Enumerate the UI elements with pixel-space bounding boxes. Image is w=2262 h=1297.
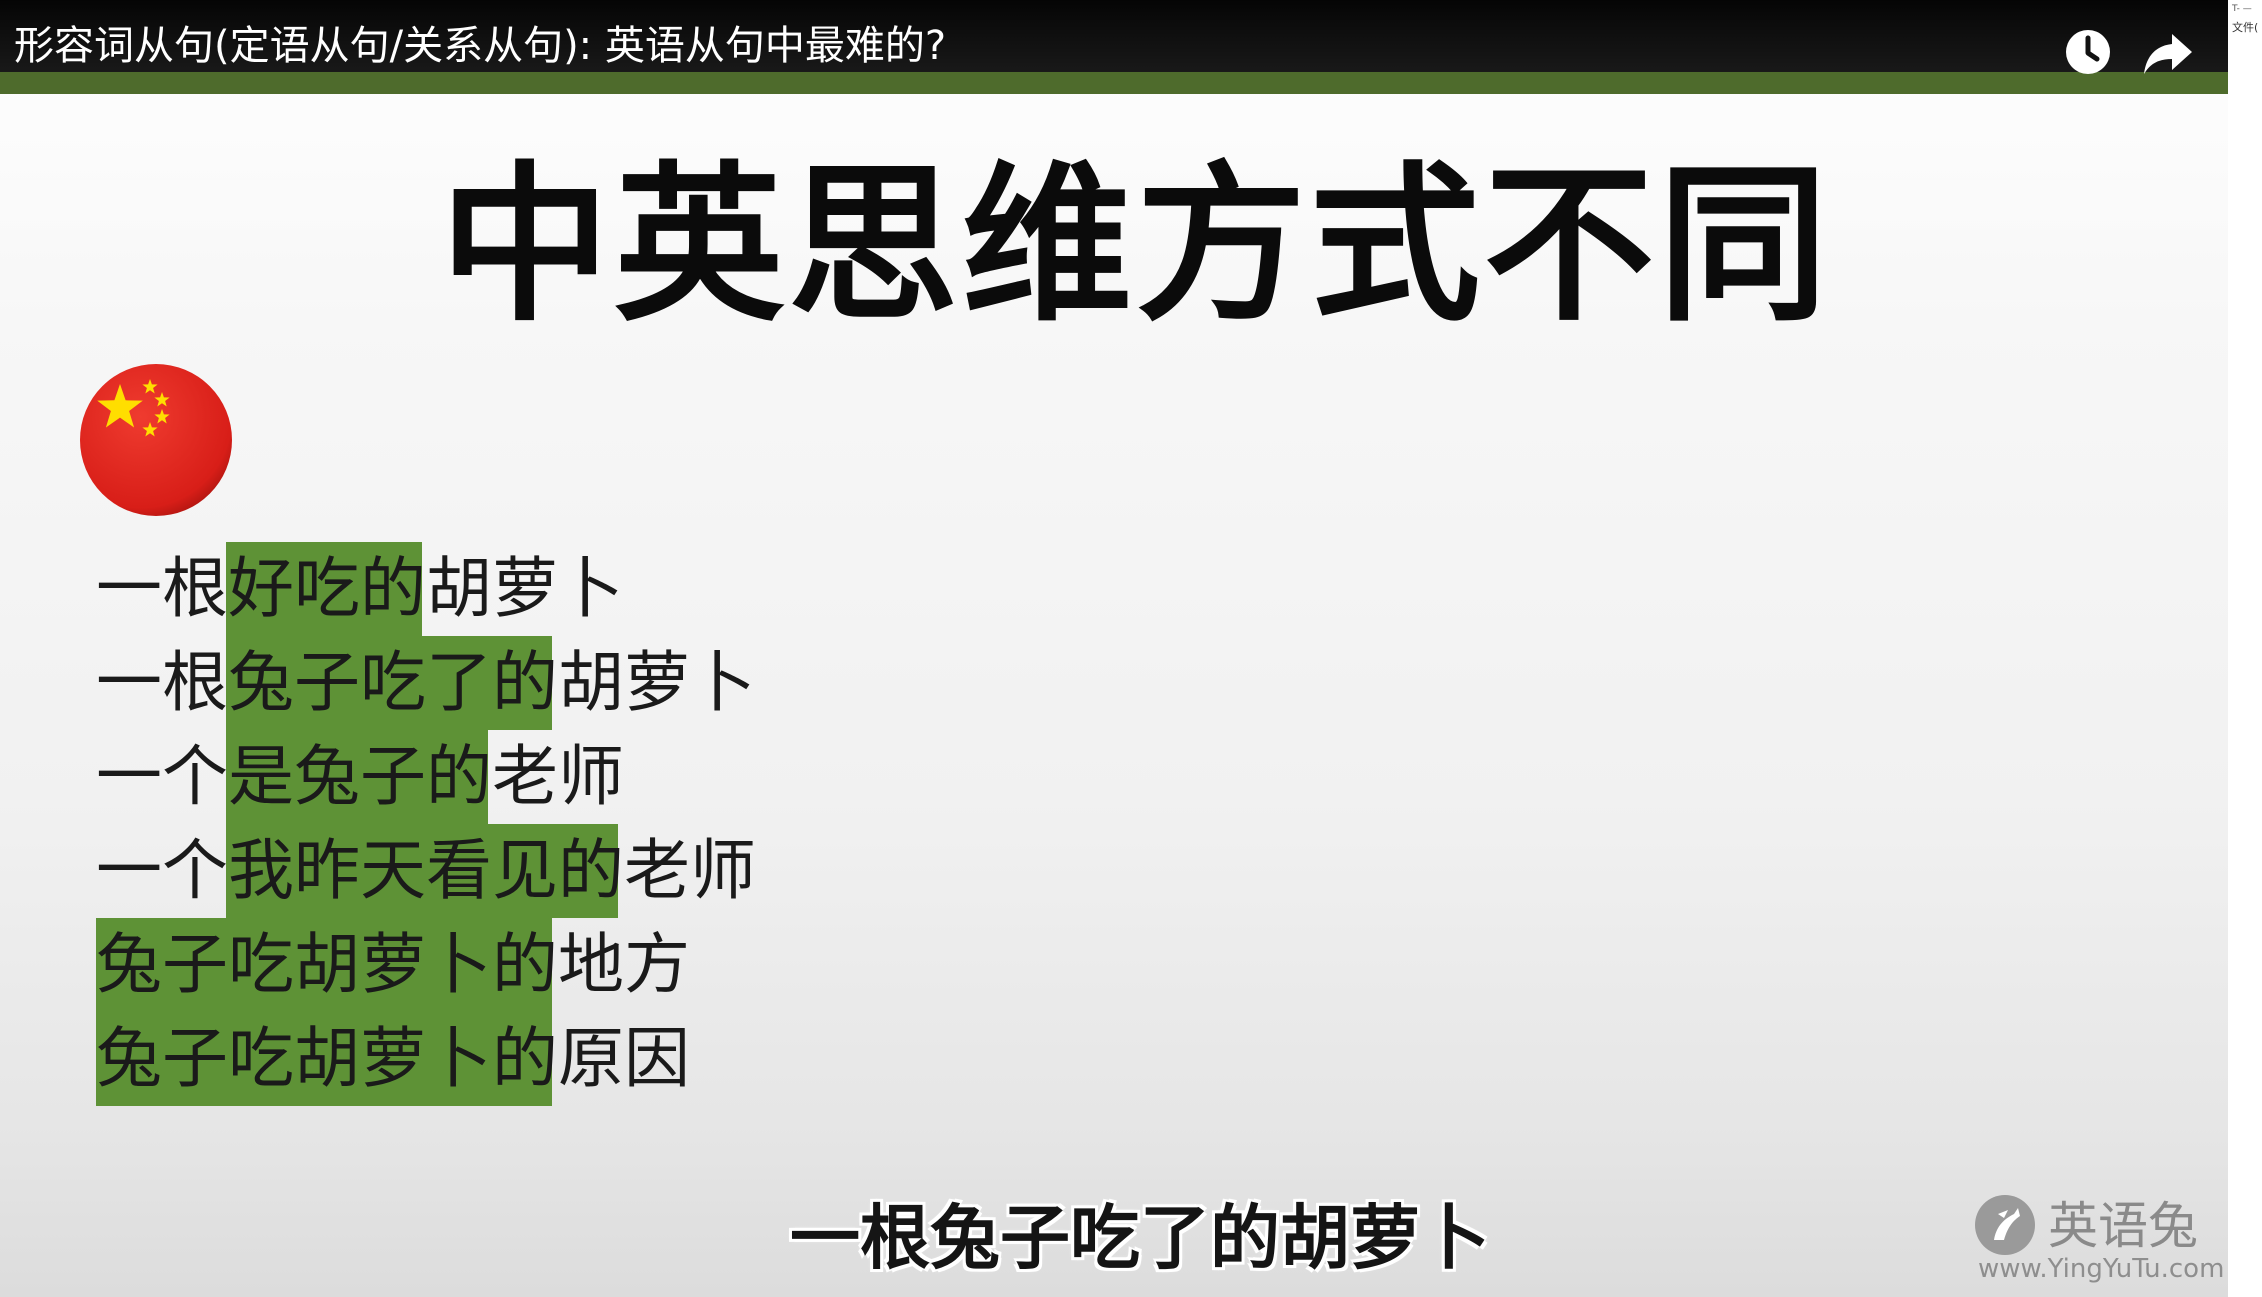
video-subtitle: 一根兔子吃了的胡萝卜	[790, 1197, 1490, 1279]
watermark-name: 英语兔	[2048, 1197, 2198, 1255]
side-panel-top-text: T- —	[2232, 4, 2252, 14]
video-player[interactable]: 形容词从句(定语从句/关系从句): 英语从句中最难的? 中英思维方式不同 一根好…	[0, 0, 2228, 1297]
slide-header-band	[0, 72, 2228, 94]
side-panel-label[interactable]: 文件(	[2232, 22, 2258, 34]
example-line-5: 兔子吃胡萝卜的地方	[96, 926, 690, 1003]
side-panel	[2228, 0, 2262, 1297]
share-arrow-icon[interactable]	[2140, 24, 2196, 80]
china-flag-icon	[80, 364, 232, 516]
example-line-6: 兔子吃胡萝卜的原因	[96, 1020, 690, 1097]
example-line-4: 一个我昨天看见的老师	[96, 832, 756, 909]
example-line-3: 一个是兔子的老师	[96, 738, 624, 815]
example-line-1: 一根好吃的胡萝卜	[96, 550, 624, 627]
watermark-url: www.YingYuTu.com	[1978, 1254, 2225, 1284]
video-title[interactable]: 形容词从句(定语从句/关系从句): 英语从句中最难的?	[14, 22, 946, 70]
clock-icon[interactable]	[2060, 24, 2116, 80]
slide-title: 中英思维方式不同	[440, 145, 1833, 345]
example-line-2: 一根兔子吃了的胡萝卜	[96, 644, 756, 721]
rabbit-logo-icon	[1975, 1195, 2035, 1255]
